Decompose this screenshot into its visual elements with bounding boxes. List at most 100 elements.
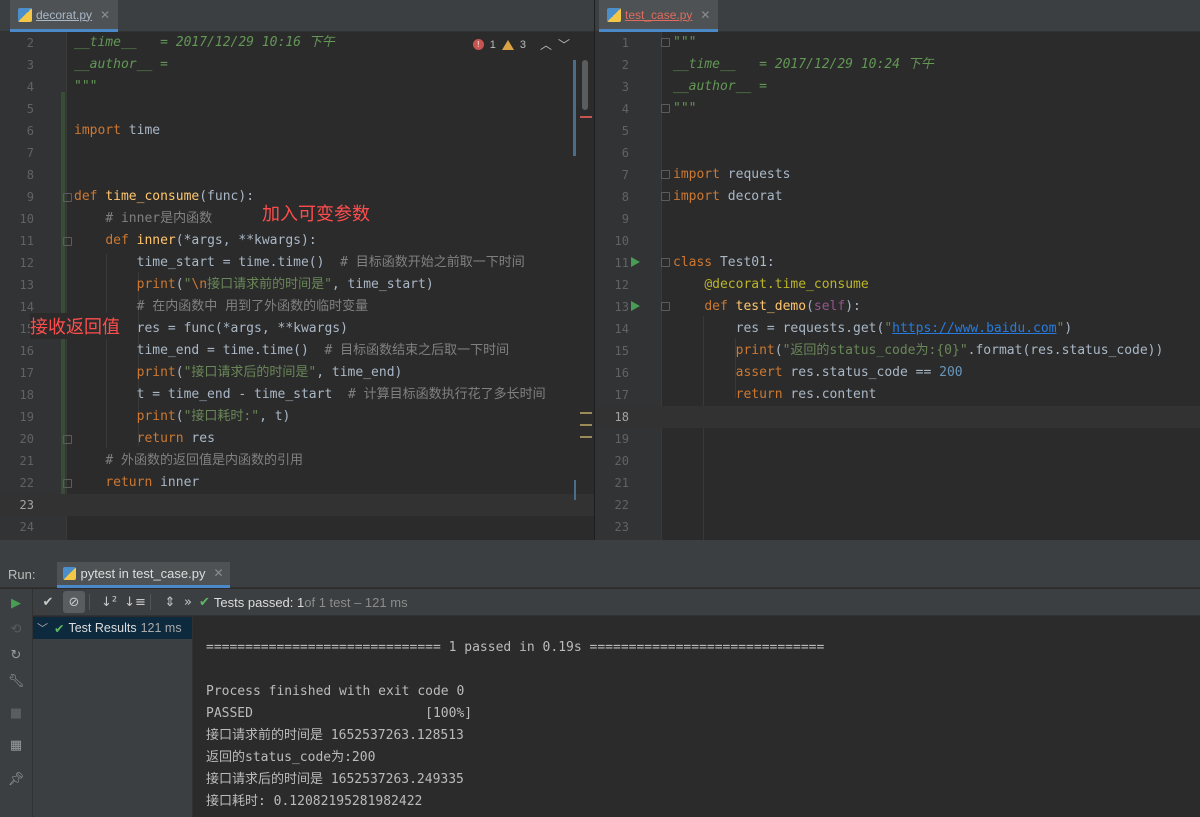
toggle-auto-test-icon[interactable]: ↻ (8, 647, 24, 663)
code-line[interactable]: 3 __author__ = (595, 76, 1200, 98)
line-number: 2 (26, 36, 34, 50)
console-line: PASSED [100%] (206, 706, 473, 721)
layout-icon[interactable]: ▦ (8, 737, 24, 753)
test-results-node[interactable]: ﹀ ✔ Test Results 121 ms (33, 617, 192, 639)
line-number: 17 (614, 388, 629, 402)
console-output[interactable]: ============================== 1 passed … (194, 617, 1200, 817)
code-line[interactable]: 4 """ (0, 76, 594, 98)
console-line: 接口请求后的时间是 1652537263.249335 (206, 772, 464, 787)
fold-icon[interactable] (63, 479, 72, 488)
code-line[interactable]: 13 def test_demo(self): (595, 296, 1200, 318)
code-line[interactable]: 6 (595, 142, 1200, 164)
code-line[interactable]: 3 __author__ = (0, 54, 594, 76)
code-line[interactable]: 18 t = time_end - time_start # 计算目标函数执行花… (0, 384, 594, 406)
close-icon[interactable]: ✕ (213, 566, 223, 580)
run-icon[interactable] (631, 301, 640, 311)
code-line[interactable]: 21 # 外函数的返回值是内函数的引用 (0, 450, 594, 472)
code-line[interactable]: 5 (0, 98, 594, 120)
tab-decorat-py[interactable]: decorat.py ✕ (10, 0, 119, 32)
tab-test-case-py[interactable]: test_case.py ✕ (599, 0, 719, 32)
code-line[interactable]: 17 print("接口请求后的时间是", time_end) (0, 362, 594, 384)
pin-icon[interactable]: 📌︎ (8, 771, 25, 787)
code-line[interactable]: 24 (0, 516, 594, 538)
line-number: 20 (19, 432, 34, 446)
code-line[interactable]: 22 return inner (0, 472, 594, 494)
expand-all-icon[interactable]: ⇕ (159, 591, 181, 613)
line-number: 1 (621, 36, 629, 50)
code-line[interactable]: 14 res = requests.get("https://www.baidu… (595, 318, 1200, 340)
chevron-down-icon[interactable]: ﹀ (558, 36, 570, 53)
code-line[interactable]: 5 (595, 120, 1200, 142)
code-line[interactable]: 10 (595, 230, 1200, 252)
stop-icon[interactable]: ■ (8, 705, 24, 721)
warning-marker (580, 424, 592, 426)
fold-icon[interactable] (63, 237, 72, 246)
code-line[interactable]: 21 (595, 472, 1200, 494)
code-line[interactable]: 7 (0, 142, 594, 164)
code-text: res = requests.get("https://www.baidu.co… (673, 321, 1073, 336)
code-line[interactable]: 9 (595, 208, 1200, 230)
line-number: 21 (614, 476, 629, 490)
code-line[interactable]: 20 return res (0, 428, 594, 450)
rerun-failed-icon[interactable]: ⟲ (8, 621, 24, 637)
tab-pytest-run[interactable]: pytest in test_case.py ✕ (57, 561, 230, 588)
code-text: import requests (673, 167, 791, 182)
code-line[interactable]: 19 (595, 428, 1200, 450)
fold-icon[interactable] (63, 435, 72, 444)
chevron-up-icon[interactable]: ︿ (540, 36, 552, 53)
code-line[interactable]: 16 time_end = time.time() # 目标函数结束之后取一下时… (0, 340, 594, 362)
python-icon (63, 566, 77, 580)
line-number: 19 (19, 410, 34, 424)
code-line[interactable]: 18 (595, 406, 1200, 428)
code-line[interactable]: 11 def inner(*args, **kwargs): (0, 230, 594, 252)
rerun-icon[interactable]: ▶ (8, 595, 24, 611)
code-line[interactable]: 13 print("\n接口请求前的时间是", time_start) (0, 274, 594, 296)
show-passed-icon[interactable]: ✔ (37, 591, 59, 613)
code-line[interactable]: 8 import decorat (595, 186, 1200, 208)
code-text: print("\n接口请求前的时间是", time_start) (136, 277, 434, 292)
fold-icon[interactable] (63, 193, 72, 202)
code-line[interactable]: 19 print("接口耗时:", t) (0, 406, 594, 428)
close-icon[interactable]: ✕ (700, 8, 710, 22)
code-line[interactable]: 23 (0, 494, 594, 516)
more-icon[interactable]: » (181, 591, 195, 613)
fold-icon[interactable] (661, 192, 670, 201)
fold-icon[interactable] (661, 258, 670, 267)
code-line[interactable]: 4 """ (595, 98, 1200, 120)
code-line[interactable]: 12 @decorat.time_consume (595, 274, 1200, 296)
code-line[interactable]: 8 (0, 164, 594, 186)
code-text: # inner是内函数 (105, 211, 213, 226)
code-line[interactable]: 12 time_start = time.time() # 目标函数开始之前取一… (0, 252, 594, 274)
code-line[interactable]: 11 class Test01: (595, 252, 1200, 274)
code-text: __author__ = (74, 57, 176, 72)
wrench-icon[interactable]: 🔧︎ (8, 673, 25, 689)
sort-duration-icon[interactable]: ↓≡ (124, 591, 146, 613)
code-line[interactable]: 16 assert res.status_code == 200 (595, 362, 1200, 384)
fold-icon[interactable] (661, 170, 670, 179)
code-line[interactable]: 2 __time__ = 2017/12/29 10:24 下午 (595, 54, 1200, 76)
code-line[interactable]: 6 import time (0, 120, 594, 142)
line-number: 3 (621, 80, 629, 94)
scrollbar-thumb[interactable] (582, 60, 588, 110)
inspection-widget[interactable]: ! 1 3 ︿ ﹀ (472, 36, 570, 53)
code-line[interactable]: 7 import requests (595, 164, 1200, 186)
code-line[interactable]: 20 (595, 450, 1200, 472)
line-number: 12 (614, 278, 629, 292)
code-line[interactable]: 23 (595, 516, 1200, 538)
sort-alpha-icon[interactable]: ↓² (98, 591, 120, 613)
code-line[interactable]: 15 print("返回的status_code为:{0}".format(re… (595, 340, 1200, 362)
close-icon[interactable]: ✕ (100, 8, 110, 22)
line-number: 16 (614, 366, 629, 380)
code-line[interactable]: 22 (595, 494, 1200, 516)
code-line[interactable]: 17 return res.content (595, 384, 1200, 406)
right-code-area[interactable]: 1 """ 2 __time__ = 2017/12/29 10:24 下午 3 __au… (595, 32, 1200, 540)
fold-icon[interactable] (661, 38, 670, 47)
chevron-down-icon[interactable]: ﹀ (37, 620, 48, 636)
right-tab-bar: test_case.py ✕ (595, 0, 1200, 32)
code-line[interactable]: 1 """ (595, 32, 1200, 54)
run-icon[interactable] (631, 257, 640, 267)
show-ignored-icon[interactable]: ⊘ (63, 591, 85, 613)
fold-icon[interactable] (661, 104, 670, 113)
fold-icon[interactable] (661, 302, 670, 311)
left-code-area[interactable]: 2 __time__ = 2017/12/29 10:16 下午 3 __author… (0, 32, 594, 540)
